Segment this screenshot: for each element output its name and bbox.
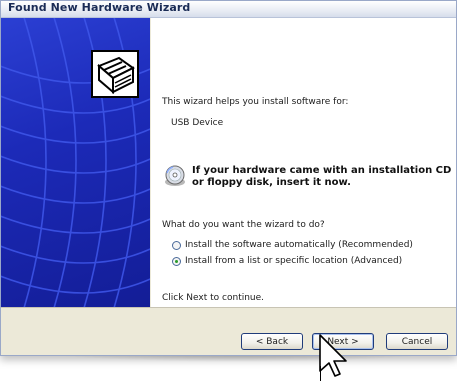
question-text: What do you want the wizard to do? bbox=[162, 220, 325, 230]
device-name: USB Device bbox=[171, 118, 224, 128]
option-automatic-label: Install the software automatically (Reco… bbox=[185, 240, 413, 250]
radio-automatic[interactable] bbox=[172, 241, 181, 250]
text-cursor-icon bbox=[320, 366, 321, 381]
window-title: Found New Hardware Wizard bbox=[8, 1, 191, 14]
intro-text: This wizard helps you install software f… bbox=[162, 97, 349, 107]
back-button[interactable]: < Back bbox=[241, 333, 303, 350]
mouse-pointer-icon bbox=[318, 333, 352, 383]
cd-icon bbox=[164, 165, 186, 187]
cd-notice-line1: If your hardware came with an installati… bbox=[192, 165, 452, 176]
wizard-side-panel bbox=[1, 18, 150, 307]
cd-notice-line2: or floppy disk, insert it now. bbox=[192, 177, 351, 188]
title-bar[interactable]: Found New Hardware Wizard bbox=[1, 1, 456, 18]
wizard-content: This wizard helps you install software f… bbox=[151, 18, 456, 307]
instruction-text: Click Next to continue. bbox=[162, 293, 265, 303]
wizard-window: Found New Hardware Wizard This wizard he… bbox=[0, 0, 457, 356]
button-bar: < Back Next > Cancel bbox=[1, 307, 456, 355]
option-advanced-label: Install from a list or specific location… bbox=[185, 256, 403, 266]
option-automatic[interactable]: Install the software automatically (Reco… bbox=[172, 240, 452, 252]
hardware-card-icon bbox=[91, 50, 139, 98]
cancel-button[interactable]: Cancel bbox=[386, 333, 448, 350]
radio-advanced[interactable] bbox=[172, 257, 181, 266]
option-advanced[interactable]: Install from a list or specific location… bbox=[172, 256, 452, 268]
